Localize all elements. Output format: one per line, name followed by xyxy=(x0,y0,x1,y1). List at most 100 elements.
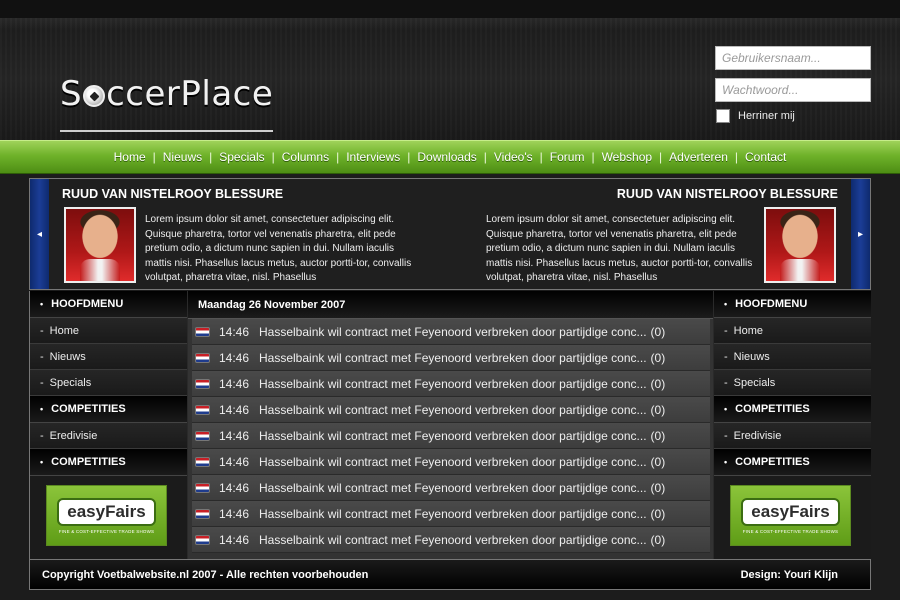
news-comment-count[interactable]: (0) xyxy=(651,377,666,391)
nav-separator: | xyxy=(407,150,411,164)
easyfairs-ad-banner[interactable]: easyFairs FINE & COST-EFFECTIVE TRADE SH… xyxy=(46,485,167,546)
nav-separator: | xyxy=(734,150,738,164)
news-comment-count[interactable]: (0) xyxy=(651,455,666,469)
arrow-right-icon: ▸ xyxy=(857,228,864,240)
right-sidebar: • HOOFDMENU - Home - Nieuws - Specials • COMP… xyxy=(714,291,871,559)
featured-news-slider: ◂ ▸ RUUD VAN NISTELROOY BLESSURE Lorem i… xyxy=(29,178,871,290)
news-title-link[interactable]: Hasselbaink wil contract met Feyenoord v… xyxy=(259,325,647,339)
feature-right-text: Lorem ipsum dolor sit amet, consectetuer… xyxy=(486,214,753,283)
sidebar-item-eredivisie[interactable]: - Eredivisie xyxy=(30,423,187,449)
news-comment-count[interactable]: (0) xyxy=(651,429,666,443)
news-title-link[interactable]: Hasselbaink wil contract met Feyenoord v… xyxy=(259,429,647,443)
main-content-area: • HOOFDMENU - Home - Nieuws - Specials • COMP… xyxy=(29,291,871,559)
sidebar-item-nieuws[interactable]: - Nieuws xyxy=(30,344,187,370)
remember-me-label: Herriner mij xyxy=(738,110,795,122)
news-time: 14:46 xyxy=(219,350,250,365)
logo-prefix: S xyxy=(60,74,83,114)
nav-item-video-s[interactable]: Video's xyxy=(494,150,533,164)
news-title-link[interactable]: Hasselbaink wil contract met Feyenoord v… xyxy=(259,507,647,521)
news-comment-count[interactable]: (0) xyxy=(651,325,666,339)
news-title-link[interactable]: Hasselbaink wil contract met Feyenoord v… xyxy=(259,455,647,469)
news-title-link[interactable]: Hasselbaink wil contract met Feyenoord v… xyxy=(259,481,647,495)
dutch-flag-icon xyxy=(195,430,210,441)
news-time: 14:46 xyxy=(219,402,250,417)
nav-item-nieuws[interactable]: Nieuws xyxy=(163,150,202,164)
dutch-flag-icon xyxy=(195,456,210,467)
slider-next-button[interactable]: ▸ xyxy=(851,179,870,289)
news-time: 14:46 xyxy=(219,532,250,547)
site-header: SccerPlace Herriner mij xyxy=(0,0,900,140)
bullet-icon: • xyxy=(40,299,44,309)
nav-item-home[interactable]: Home xyxy=(114,150,146,164)
feature-right-photo[interactable] xyxy=(764,207,836,283)
sidebar-item-specials[interactable]: - Specials xyxy=(30,370,187,396)
dutch-flag-icon xyxy=(195,508,210,519)
news-row[interactable]: 14:46 Hasselbaink wil contract met Feyeno… xyxy=(192,423,710,449)
nav-item-contact[interactable]: Contact xyxy=(745,150,786,164)
news-row[interactable]: 14:46 Hasselbaink wil contract met Feyeno… xyxy=(192,371,710,397)
remember-me-checkbox[interactable] xyxy=(716,109,730,123)
nav-separator: | xyxy=(659,150,663,164)
news-row[interactable]: 14:46 Hasselbaink wil contract met Feyeno… xyxy=(192,501,710,527)
news-row[interactable]: 14:46 Hasselbaink wil contract met Feyeno… xyxy=(192,319,710,345)
dutch-flag-icon xyxy=(195,404,210,415)
main-navigation: Home | Nieuws | Specials | Columns | Interviews |… xyxy=(0,140,900,174)
news-time: 14:46 xyxy=(219,428,250,443)
footer-copyright: Copyright Voetbalwebsite.nl 2007 - Alle … xyxy=(42,568,369,581)
news-row[interactable]: 14:46 Hasselbaink wil contract met Feyeno… xyxy=(192,449,710,475)
bullet-icon: • xyxy=(724,299,728,309)
nav-item-adverteren[interactable]: Adverteren xyxy=(669,150,728,164)
easyfairs-ad-banner[interactable]: easyFairs FINE & COST-EFFECTIVE TRADE SH… xyxy=(730,485,851,546)
news-comment-count[interactable]: (0) xyxy=(651,351,666,365)
sidebar-heading-hoofdmenu: • HOOFDMENU xyxy=(30,291,187,318)
feature-right-title[interactable]: RUUD VAN NISTELROOY BLESSURE xyxy=(617,187,838,201)
sidebar-item-home[interactable]: - Home xyxy=(30,318,187,344)
ad-brand: easyFairs xyxy=(741,497,840,526)
sidebar-item-home[interactable]: - Home xyxy=(714,318,871,344)
news-list: 14:46 Hasselbaink wil contract met Feyeno… xyxy=(188,319,713,553)
feature-left-title[interactable]: RUUD VAN NISTELROOY BLESSURE xyxy=(62,187,283,201)
nav-separator: | xyxy=(209,150,213,164)
nav-separator: | xyxy=(336,150,340,164)
nav-item-forum[interactable]: Forum xyxy=(550,150,585,164)
dutch-flag-icon xyxy=(195,482,210,493)
nav-separator: | xyxy=(152,150,156,164)
nav-item-columns[interactable]: Columns xyxy=(282,150,329,164)
dutch-flag-icon xyxy=(195,352,210,363)
nav-item-interviews[interactable]: Interviews xyxy=(346,150,400,164)
feature-left-text: Lorem ipsum dolor sit amet, consectetuer… xyxy=(145,214,412,283)
feature-left-photo[interactable] xyxy=(64,207,136,283)
news-comment-count[interactable]: (0) xyxy=(651,533,666,547)
sidebar-item-nieuws[interactable]: - Nieuws xyxy=(714,344,871,370)
news-comment-count[interactable]: (0) xyxy=(651,507,666,521)
sidebar-item-specials[interactable]: - Specials xyxy=(714,370,871,396)
nav-item-downloads[interactable]: Downloads xyxy=(417,150,476,164)
sidebar-item-eredivisie[interactable]: - Eredivisie xyxy=(714,423,871,449)
news-row[interactable]: 14:46 Hasselbaink wil contract met Feyeno… xyxy=(192,345,710,371)
news-title-link[interactable]: Hasselbaink wil contract met Feyenoord v… xyxy=(259,533,647,547)
news-comment-count[interactable]: (0) xyxy=(651,403,666,417)
news-time: 14:46 xyxy=(219,324,250,339)
site-footer: Copyright Voetbalwebsite.nl 2007 - Alle … xyxy=(29,559,871,590)
news-comment-count[interactable]: (0) xyxy=(651,481,666,495)
news-row[interactable]: 14:46 Hasselbaink wil contract met Feyeno… xyxy=(192,397,710,423)
ad-brand: easyFairs xyxy=(57,497,156,526)
nav-item-webshop[interactable]: Webshop xyxy=(602,150,652,164)
nav-separator: | xyxy=(483,150,487,164)
news-title-link[interactable]: Hasselbaink wil contract met Feyenoord v… xyxy=(259,377,647,391)
slider-prev-button[interactable]: ◂ xyxy=(30,179,49,289)
password-input[interactable] xyxy=(715,78,871,102)
dutch-flag-icon xyxy=(195,378,210,389)
bullet-icon: • xyxy=(724,404,728,414)
sidebar-heading-competities: • COMPETITIES xyxy=(30,396,187,423)
news-title-link[interactable]: Hasselbaink wil contract met Feyenoord v… xyxy=(259,403,647,417)
news-row[interactable]: 14:46 Hasselbaink wil contract met Feyeno… xyxy=(192,527,710,553)
site-logo[interactable]: SccerPlace xyxy=(60,74,274,132)
news-title-link[interactable]: Hasselbaink wil contract met Feyenoord v… xyxy=(259,351,647,365)
nav-item-specials[interactable]: Specials xyxy=(219,150,264,164)
bullet-icon: • xyxy=(40,404,44,414)
news-row[interactable]: 14:46 Hasselbaink wil contract met Feyeno… xyxy=(192,475,710,501)
arrow-left-icon: ◂ xyxy=(36,228,43,240)
dutch-flag-icon xyxy=(195,326,210,337)
username-input[interactable] xyxy=(715,46,871,70)
